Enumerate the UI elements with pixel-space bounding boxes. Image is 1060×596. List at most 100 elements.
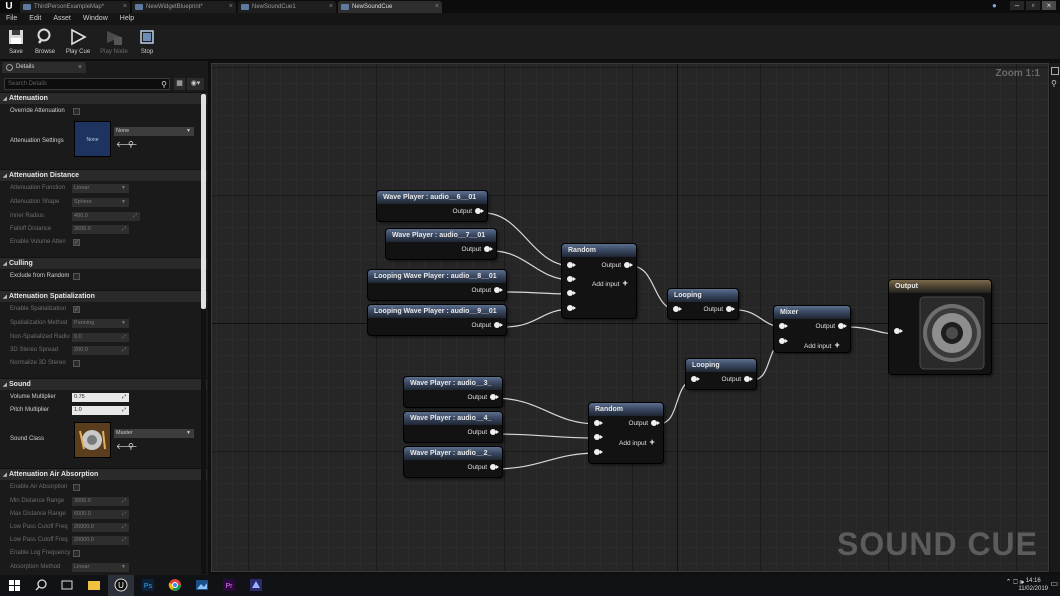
unreal-engine-icon[interactable]: U — [114, 578, 128, 592]
search-icon[interactable]: ⚲ — [1051, 79, 1057, 88]
input-pin[interactable] — [594, 420, 603, 428]
attenuation-function-dropdown[interactable]: Linear ▼ — [72, 184, 129, 193]
enable-log-frequency-checkbox[interactable] — [73, 550, 80, 557]
browse-asset-search-icon[interactable]: ⚲ — [128, 138, 134, 151]
input-pin[interactable] — [567, 305, 576, 313]
close-icon[interactable]: × — [78, 62, 82, 73]
normalize-3d-stereo-checkbox[interactable] — [73, 360, 80, 367]
stop-button[interactable]: Stop — [136, 27, 158, 59]
premiere-icon[interactable]: Pr — [222, 578, 236, 592]
tab-widget-blueprint[interactable]: NewWidgetBlueprint* × — [132, 1, 236, 13]
node-wave-player-7[interactable]: Wave Player : audio__7__01 Output — [386, 229, 496, 259]
max-distance-range-input[interactable]: 6000.0 ⤢ — [72, 510, 129, 519]
details-search-input[interactable]: Search Details ⚲ — [4, 78, 170, 90]
minimize-icon[interactable]: – — [1010, 1, 1024, 10]
menu-window[interactable]: Window — [83, 15, 108, 22]
task-view-icon[interactable] — [60, 578, 74, 592]
app-icon[interactable] — [249, 578, 263, 592]
menu-asset[interactable]: Asset — [53, 15, 71, 22]
scrollbar-thumb[interactable] — [201, 94, 206, 309]
volume-multiplier-input[interactable]: 0.75 ⤢ — [72, 393, 129, 402]
tab-thirdperson-map[interactable]: ThirdPersonExampleMap* × — [20, 1, 130, 13]
section-attenuation[interactable]: Attenuation — [0, 92, 207, 105]
menu-edit[interactable]: Edit — [29, 15, 41, 22]
falloff-distance-input[interactable]: 3600.0 ⤢ — [72, 225, 129, 234]
input-pin[interactable] — [594, 434, 603, 442]
enable-spatialization-checkbox[interactable]: ✓ — [73, 306, 80, 313]
input-pin[interactable] — [673, 306, 682, 314]
low-pass-cutoff-input[interactable]: 20000.0 ⤢ — [72, 523, 129, 532]
input-pin[interactable] — [594, 449, 603, 457]
inner-radius-input[interactable]: 400.0 ⤢ — [72, 212, 140, 221]
sound-class-thumbnail[interactable] — [74, 422, 111, 458]
input-pin[interactable] — [894, 328, 903, 336]
input-pin[interactable] — [567, 276, 576, 284]
attenuation-shape-dropdown[interactable]: Sphere ▼ — [72, 198, 129, 207]
browse-button[interactable]: Browse — [32, 27, 58, 59]
override-attenuation-checkbox[interactable] — [73, 108, 80, 115]
output-pin[interactable]: Output — [471, 322, 503, 330]
attenuation-asset-dropdown[interactable]: None ▼ — [114, 127, 194, 136]
node-looping-wave-player-9[interactable]: Looping Wave Player : audio__9__01 Outpu… — [368, 305, 506, 335]
add-input-button[interactable]: Add input + — [804, 341, 840, 351]
input-pin[interactable] — [779, 338, 788, 346]
sound-class-dropdown[interactable]: Master ▼ — [114, 429, 194, 438]
image-viewer-icon[interactable] — [195, 578, 209, 592]
input-pin[interactable] — [691, 376, 700, 384]
stereo-spread-input[interactable]: 200.0 ⤢ — [72, 346, 129, 355]
node-output[interactable]: Output — [889, 280, 991, 374]
spatialization-method-dropdown[interactable]: Panning ▼ — [72, 319, 129, 328]
eye-visibility-icon[interactable]: ◉▾ — [187, 78, 204, 90]
play-cue-button[interactable]: Play Cue — [63, 27, 93, 59]
non-spatialized-radius-input[interactable]: 0.0 ⤢ — [72, 333, 129, 342]
node-wave-player-2[interactable]: Wave Player : audio__2_ Output — [404, 447, 502, 477]
close-window-icon[interactable]: × — [1042, 1, 1056, 10]
view-options-grid-icon[interactable]: ▦ — [174, 78, 185, 90]
node-looping-2[interactable]: Looping Output — [686, 359, 756, 389]
output-pin[interactable]: Output — [628, 420, 660, 428]
clock[interactable]: 14:16 11/02/2019 — [1018, 577, 1048, 593]
details-tab[interactable]: Details × — [2, 62, 86, 73]
output-pin[interactable]: Output — [471, 287, 503, 295]
sound-cue-graph[interactable]: Zoom 1:1 SOUND CUE Wave Player : audio__… — [211, 63, 1049, 572]
section-culling[interactable]: Culling — [0, 257, 207, 270]
node-mixer[interactable]: Mixer Output Add input + — [774, 306, 850, 352]
output-pin[interactable]: Output — [461, 246, 493, 254]
output-pin[interactable]: Output — [467, 464, 499, 472]
unreal-logo-icon[interactable]: U — [2, 0, 16, 13]
absorption-method-dropdown[interactable]: Linear ▼ — [72, 563, 129, 572]
section-attenuation-air-absorption[interactable]: Attenuation Air Absorption — [0, 468, 207, 481]
close-icon[interactable]: × — [435, 1, 439, 13]
node-random-1[interactable]: Random Output Add input + — [562, 244, 636, 318]
output-pin[interactable]: Output — [601, 262, 633, 270]
tab-soundcue[interactable]: NewSoundCue × — [338, 1, 442, 13]
input-pin[interactable] — [779, 323, 788, 331]
section-sound[interactable]: Sound — [0, 378, 207, 391]
exclude-from-random-checkbox[interactable] — [73, 273, 80, 280]
menu-help[interactable]: Help — [120, 15, 134, 22]
close-icon[interactable]: × — [123, 1, 127, 13]
output-pin[interactable]: Output — [467, 429, 499, 437]
maximize-icon[interactable]: ▫ — [1026, 1, 1040, 10]
low-pass-cutoff-input[interactable]: 20000.0 ⤢ — [72, 536, 129, 545]
file-explorer-icon[interactable] — [87, 578, 101, 592]
search-icon[interactable] — [34, 578, 48, 592]
enable-volume-atten-checkbox[interactable]: ✓ — [73, 239, 80, 246]
output-pin[interactable]: Output — [452, 208, 484, 216]
node-looping-1[interactable]: Looping Output — [668, 289, 738, 319]
use-selected-arrow-icon[interactable]: 🡐 — [116, 440, 137, 453]
browse-asset-search-icon[interactable]: ⚲ — [128, 440, 134, 453]
add-input-button[interactable]: Add input + — [619, 438, 655, 448]
palette-icon[interactable] — [1051, 67, 1059, 75]
enable-air-absorption-checkbox[interactable] — [73, 484, 80, 491]
node-random-2[interactable]: Random Output Add input + — [589, 403, 663, 463]
node-looping-wave-player-8[interactable]: Looping Wave Player : audio__8__01 Outpu… — [368, 270, 506, 300]
output-pin[interactable]: Output — [467, 394, 499, 402]
windows-start-icon[interactable] — [8, 578, 22, 592]
photoshop-icon[interactable]: Ps — [141, 578, 155, 592]
play-node-button[interactable]: Play Node — [97, 27, 131, 59]
user-icon[interactable]: ● — [992, 1, 1006, 11]
save-button[interactable]: Save — [4, 27, 28, 59]
notification-icon[interactable]: ▭ — [1050, 579, 1058, 588]
pitch-multiplier-input[interactable]: 1.0 ⤢ — [72, 406, 129, 415]
